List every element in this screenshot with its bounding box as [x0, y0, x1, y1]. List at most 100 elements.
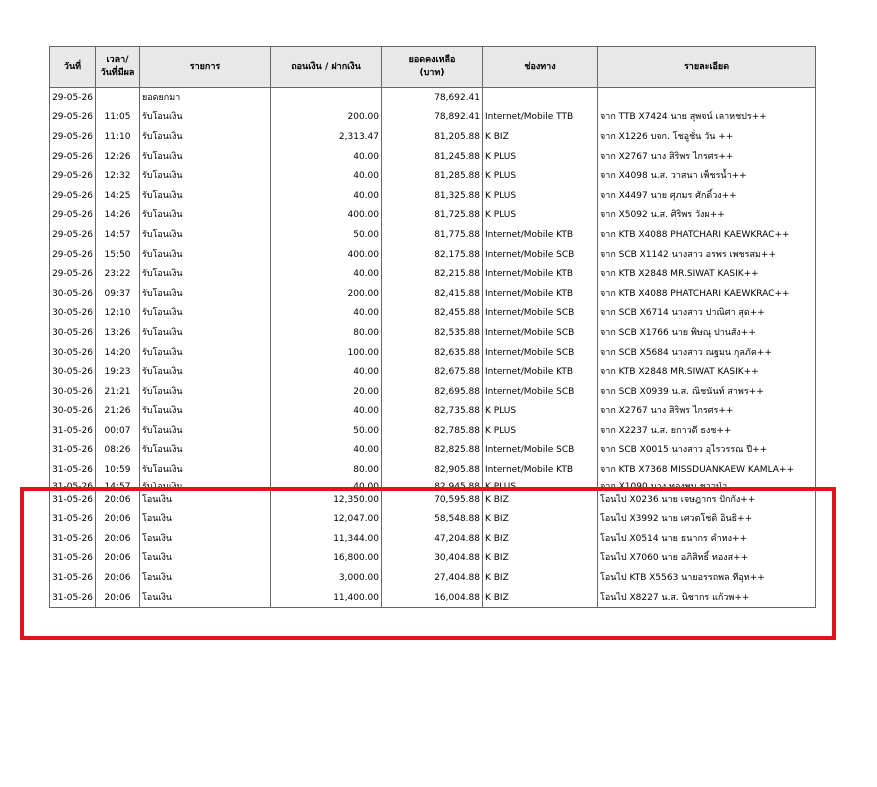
cell-detail: จาก KTB X2848 MR.SIWAT KASIK++: [597, 362, 816, 382]
table-row: 29-05-26 11:05 รับโอนเงิน 200.00 78,892.41 In…: [49, 107, 816, 128]
cell-item: รับโอนเงิน: [139, 244, 271, 265]
cell-amount-text: 11,400.00: [333, 592, 379, 603]
cell-amount-text: 400.00: [347, 210, 380, 221]
cell-detail: จาก X1226 บจก. โชอูชั่น วัน ++: [597, 127, 816, 147]
cell-balance: 58,548.88: [381, 509, 483, 530]
cell-channel: K PLUS: [482, 401, 598, 422]
cell-amount: 11,344.00: [270, 529, 382, 549]
cell-detail-text: จาก KTB X2848 MR.SIWAT KASIK++: [600, 367, 759, 378]
cell-balance-text: 78,892.41: [434, 112, 480, 123]
table-row: 30-05-26 19:23 รับโอนเงิน 40.00 82,675.88 Int…: [49, 362, 816, 382]
cell-date-text: 29-05-26: [52, 249, 93, 260]
cell-balance: 82,695.88: [381, 381, 483, 402]
cell-channel-text: K BIZ: [485, 553, 509, 564]
cell-item: โอนเงิน: [139, 548, 271, 569]
cell-channel-text: Internet/Mobile SCB: [485, 445, 575, 456]
table-row: 31-05-26 20:06 โอนเงิน 11,344.00 47,204.88 K …: [49, 529, 816, 549]
cell-item: รับโอนเงิน: [139, 107, 271, 128]
table-row: 29-05-26 14:57 รับโอนเงิน 50.00 81,775.88 Int…: [49, 225, 816, 245]
cell-balance: 82,175.88: [381, 244, 483, 265]
cell-item: รับโอนเงิน: [139, 146, 271, 167]
header-amount: ถอนเงิน / ฝากเงิน: [270, 46, 382, 88]
cell-date: 29-05-26: [49, 107, 96, 128]
cell-time: 12:32: [95, 166, 140, 186]
cell-date: 30-05-26: [49, 381, 96, 402]
cell-time-text: 14:20: [104, 347, 131, 358]
cell-amount-text: 40.00: [353, 151, 379, 162]
cell-item: รับโอนเงิน: [139, 303, 271, 324]
table-row: 31-05-26 08:26 รับโอนเงิน 40.00 82,825.88 Int…: [49, 440, 816, 461]
table-row: 31-05-26 20:06 โอนเงิน 12,350.00 70,595.88 K …: [49, 489, 816, 510]
cell-time-text: 15:50: [104, 249, 131, 260]
cell-time: 12:26: [95, 146, 140, 167]
cell-time: 11:10: [95, 127, 140, 147]
cell-detail-text: จาก X2767 นาง สิริพร ไกรศร++: [600, 406, 734, 417]
cell-detail: จาก TTB X7424 นาย สุพจน์ เลาหชปร++: [597, 107, 816, 128]
cell-amount: 400.00: [270, 244, 382, 265]
cell-amount: 40.00: [270, 362, 382, 382]
cell-date: 30-05-26: [49, 401, 96, 422]
cell-channel-text: Internet/Mobile KTB: [485, 269, 574, 280]
cell-item-text: โอนเงิน: [142, 592, 173, 603]
table-row: 29-05-26 12:26 รับโอนเงิน 40.00 81,245.88 K P…: [49, 146, 816, 167]
cell-detail: จาก X4098 น.ส. วาสนา เพ็ชรน้ำ++: [597, 166, 816, 186]
header-time: เวลา/ วันที่มีผล: [95, 46, 140, 88]
cell-detail: โอนไป X0514 นาย ธนากร คำหง++: [597, 529, 816, 549]
cell-balance-text: 81,285.88: [434, 171, 480, 182]
cell-channel: K BIZ: [482, 548, 598, 569]
cell-amount-text: 3,000.00: [338, 573, 379, 584]
table-header-row: วันที่ เวลา/ วันที่มีผล รายการ ถอนเงิน /…: [49, 46, 816, 88]
cell-item: รับโอนเงิน: [139, 323, 271, 343]
table-row: 30-05-26 21:26 รับโอนเงิน 40.00 82,735.88 K P…: [49, 401, 816, 422]
transaction-table: วันที่ เวลา/ วันที่มีผล รายการ ถอนเงิน /…: [49, 46, 816, 609]
cell-channel-text: Internet/Mobile KTB: [485, 367, 574, 378]
cell-date: 31-05-26: [49, 568, 96, 588]
cell-amount-text: 40.00: [353, 406, 379, 417]
cell-balance: 82,945.88: [381, 479, 483, 490]
cell-date-text: 31-05-26: [52, 553, 93, 564]
cell-time: [95, 87, 140, 108]
cell-balance: 81,245.88: [381, 146, 483, 167]
cell-balance: 81,725.88: [381, 205, 483, 226]
cell-date-text: 30-05-26: [52, 347, 93, 358]
cell-amount-text: 80.00: [353, 465, 379, 476]
cell-amount-text: 16,800.00: [333, 553, 379, 564]
cell-date-text: 31-05-26: [52, 533, 93, 544]
cell-time: 20:06: [95, 489, 140, 510]
cell-time: 20:06: [95, 529, 140, 549]
cell-channel-text: Internet/Mobile TTB: [485, 112, 574, 123]
cell-detail-text: จาก KTB X2848 MR.SIWAT KASIK++: [600, 269, 759, 280]
cell-item-text: รับโอนเงิน: [142, 425, 183, 436]
cell-time: 21:26: [95, 401, 140, 422]
cell-detail-text: จาก SCB X0015 นางสาว อุไรวรรณ ปี++: [600, 445, 768, 456]
cell-time: 11:05: [95, 107, 140, 128]
cell-detail-text: จาก X1226 บจก. โชอูชั่น วัน ++: [600, 131, 734, 142]
cell-amount-text: 40.00: [353, 171, 379, 182]
cell-time-text: 20:06: [104, 494, 131, 505]
cell-date-text: 31-05-26: [52, 592, 93, 603]
cell-item-text: รับโอนเงิน: [142, 465, 183, 476]
cell-detail-text: จาก X4497 นาย ศุภมร ศักดิ์วง++: [600, 190, 737, 201]
cell-detail-text: จาก SCB X0939 น.ส. ณิชนันท์ สาพร++: [600, 386, 764, 397]
cell-channel: K BIZ: [482, 127, 598, 147]
cell-detail-text: จาก KTB X4088 PHATCHARI KAEWKRAC++: [600, 229, 790, 240]
cell-channel-text: Internet/Mobile KTB: [485, 465, 574, 476]
cell-balance-text: 78,692.41: [434, 92, 480, 103]
cell-date-text: 31-05-26: [52, 494, 93, 505]
cell-balance: 82,825.88: [381, 440, 483, 461]
cell-detail-text: จาก SCB X5684 นางสาว ณฐมน กุลภัค++: [600, 347, 772, 358]
cell-channel: Internet/Mobile KTB: [482, 362, 598, 382]
cell-amount: [270, 87, 382, 108]
cell-detail: จาก KTB X2848 MR.SIWAT KASIK++: [597, 264, 816, 284]
cell-channel-text: K BIZ: [485, 533, 509, 544]
cell-balance-text: 82,825.88: [434, 445, 480, 456]
cell-date-text: 31-05-26: [52, 514, 93, 525]
cell-amount-text: 200.00: [347, 112, 380, 123]
cell-time-text: 23:22: [104, 269, 131, 280]
cell-balance: 78,892.41: [381, 107, 483, 128]
cell-detail: จาก SCB X0015 นางสาว อุไรวรรณ ปี++: [597, 440, 816, 461]
cell-channel-text: K PLUS: [485, 482, 517, 488]
cell-balance: 30,404.88: [381, 548, 483, 569]
table-row: 31-05-26 20:06 โอนเงิน 11,400.00 16,004.88 K …: [49, 587, 816, 609]
cell-time: 20:06: [95, 587, 140, 609]
